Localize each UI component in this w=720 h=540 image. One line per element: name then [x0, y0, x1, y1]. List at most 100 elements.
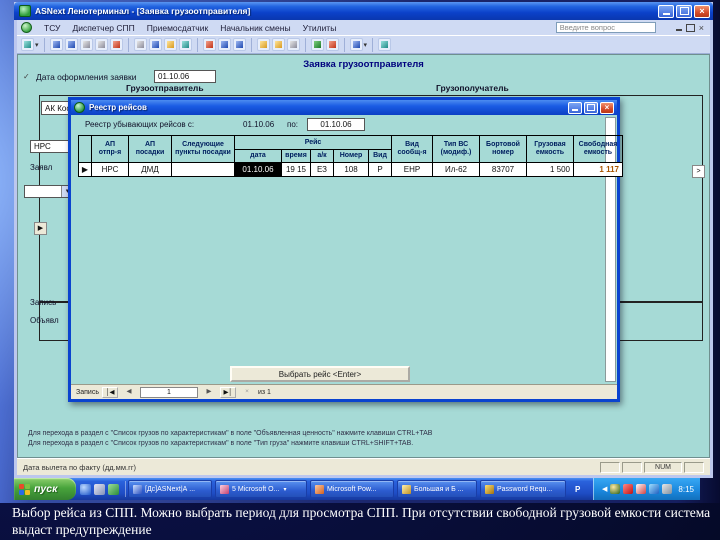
cell-board-number[interactable]: 83707 [480, 163, 526, 176]
mdi-minimize-icon[interactable] [675, 29, 682, 31]
period-to-input[interactable]: 01.10.06 [307, 118, 365, 131]
messenger-icon[interactable] [636, 484, 647, 494]
find-icon[interactable] [286, 38, 300, 51]
mdi-restore-icon[interactable] [685, 23, 695, 32]
new-record-nav-icon[interactable]: × [239, 387, 255, 398]
row-selector-button[interactable]: ▶ [34, 222, 47, 235]
filter-icon[interactable] [271, 38, 285, 51]
dialog-titlebar[interactable]: Реестр рейсов × [71, 100, 617, 115]
media-player-icon[interactable] [108, 483, 119, 495]
cell-service-kind[interactable]: ЕНР [392, 163, 432, 176]
browser-icon[interactable] [80, 483, 91, 495]
combo-fragment[interactable]: ▾ [24, 185, 74, 198]
task-powerpoint[interactable]: Microsoft Pow... [310, 480, 394, 498]
menu-item-utilities[interactable]: Утилиты [303, 23, 337, 33]
header-ap-landing[interactable]: АП посадки [129, 136, 171, 163]
restore-icon[interactable] [676, 4, 692, 18]
cell-cargo-capacity[interactable]: 1 500 [527, 163, 573, 176]
header-cargo-capacity[interactable]: Грузовая емкость [527, 136, 573, 163]
sort-desc-icon[interactable] [232, 38, 246, 51]
copy-record-dropdown-icon[interactable]: ▾ [364, 41, 368, 49]
volume-icon[interactable] [662, 484, 673, 494]
new-record-icon[interactable] [310, 38, 324, 51]
help-icon[interactable] [378, 38, 392, 51]
print-preview-icon[interactable] [94, 38, 108, 51]
next-record-icon[interactable]: ▶ [201, 387, 217, 398]
antivirus-icon[interactable] [623, 484, 634, 494]
row-selector-cell[interactable]: ▶ [79, 163, 91, 176]
header-ap-departure[interactable]: АП отпр-я [92, 136, 128, 163]
app-titlebar[interactable]: ASNext Ленотерминал - [Заявка грузоотпра… [14, 2, 713, 20]
header-aircraft-type[interactable]: Тип ВС (модиф.) [433, 136, 479, 163]
cell-free-capacity[interactable]: 1 117 [574, 163, 622, 176]
edit-mode-dropdown-icon[interactable]: ▾ [35, 41, 39, 49]
header-service-kind[interactable]: Вид сообщ-я [392, 136, 432, 163]
close-icon[interactable]: × [694, 4, 710, 18]
cell-ap-landing[interactable]: ДМД [129, 163, 171, 176]
header-flight-time[interactable]: время [282, 150, 310, 163]
copy-record-icon[interactable] [349, 38, 363, 51]
add-user-icon[interactable] [202, 38, 216, 51]
save-icon[interactable] [49, 38, 63, 51]
task-office-group[interactable]: 5 Microsoft O... ▾ [215, 480, 307, 498]
cell-flight-number[interactable]: 108 [334, 163, 368, 176]
save-all-icon[interactable] [64, 38, 78, 51]
spelling-icon[interactable] [109, 38, 123, 51]
header-flight-kind[interactable]: Вид [369, 150, 391, 163]
select-flight-button[interactable]: Выбрать рейс <Enter> [230, 366, 410, 382]
toolbar: ▾ ▾ [17, 35, 710, 54]
show-desktop-icon[interactable] [94, 483, 105, 495]
dialog-maximize-icon[interactable] [584, 101, 598, 114]
network-globe-icon[interactable] [610, 484, 621, 494]
dialog-minimize-icon[interactable] [568, 101, 582, 114]
header-board-number[interactable]: Бортовой номер [480, 136, 526, 163]
language-indicator[interactable]: Р [572, 484, 583, 495]
header-airline[interactable]: а/к [311, 150, 333, 163]
task-document[interactable]: Большая и Б ... [397, 480, 477, 498]
connection-icon[interactable] [649, 484, 660, 494]
undo-icon[interactable] [178, 38, 192, 51]
task-password-required[interactable]: Password Requ... [480, 480, 566, 498]
header-flight-number[interactable]: Номер [334, 150, 368, 163]
date-input[interactable]: 01.10.06 [154, 70, 216, 83]
period-from-value[interactable]: 01.10.06 [243, 120, 274, 129]
cell-aircraft-type[interactable]: Ил-62 [433, 163, 479, 176]
col-ap-landing: АП посадки ДМД [128, 135, 172, 177]
header-flight-date[interactable]: дата [235, 150, 281, 163]
minimize-icon[interactable] [658, 4, 674, 18]
tray-collapse-icon[interactable]: ◀ [602, 485, 607, 493]
start-button[interactable]: пуск [14, 478, 76, 500]
sort-asc-icon[interactable] [217, 38, 231, 51]
menu-item-tsu[interactable]: ТСУ [44, 23, 60, 33]
cell-flight-kind[interactable]: Р [369, 163, 391, 176]
cut-icon[interactable] [133, 38, 147, 51]
delete-record-icon[interactable] [325, 38, 339, 51]
print-icon[interactable] [79, 38, 93, 51]
dialog-close-icon[interactable]: × [600, 101, 614, 114]
cell-next-points[interactable] [172, 163, 234, 176]
edit-mode-icon[interactable] [21, 38, 34, 51]
menu-item-shift-chief[interactable]: Начальник смены [220, 23, 290, 33]
last-record-icon[interactable]: ▶│ [219, 386, 236, 398]
row-selector-column: ▶ [78, 135, 92, 177]
previous-record-icon[interactable]: ◀ [121, 387, 137, 398]
departure-airport-input[interactable]: НРС [30, 140, 70, 153]
cell-flight-time[interactable]: 19 15 [282, 163, 310, 176]
menu-item-dispatcher[interactable]: Диспетчер СПП [72, 23, 134, 33]
header-next-points[interactable]: Следующие пункты посадки [172, 136, 234, 163]
help-question-input[interactable]: Введите вопрос [555, 22, 656, 33]
cell-flight-date[interactable]: 01.10.06 [235, 163, 281, 176]
record-number-input[interactable]: 1 [139, 386, 198, 398]
paste-icon[interactable] [163, 38, 177, 51]
first-record-icon[interactable]: │◀ [101, 386, 118, 398]
header-free-capacity[interactable]: Свободная емкость [574, 136, 622, 163]
copy-icon[interactable] [148, 38, 162, 51]
menu-item-receiver[interactable]: Приемосдатчик [147, 23, 208, 33]
mdi-close-icon[interactable]: × [699, 23, 704, 33]
group-expand-icon[interactable]: ▾ [283, 486, 286, 493]
task-asnext[interactable]: [Дс]ASNext|А ... [128, 480, 212, 498]
filter-by-selection-icon[interactable] [256, 38, 270, 51]
lookup-button[interactable]: > [692, 165, 705, 178]
cell-airline[interactable]: ЕЗ [311, 163, 333, 176]
cell-ap-departure[interactable]: НРС [92, 163, 128, 176]
